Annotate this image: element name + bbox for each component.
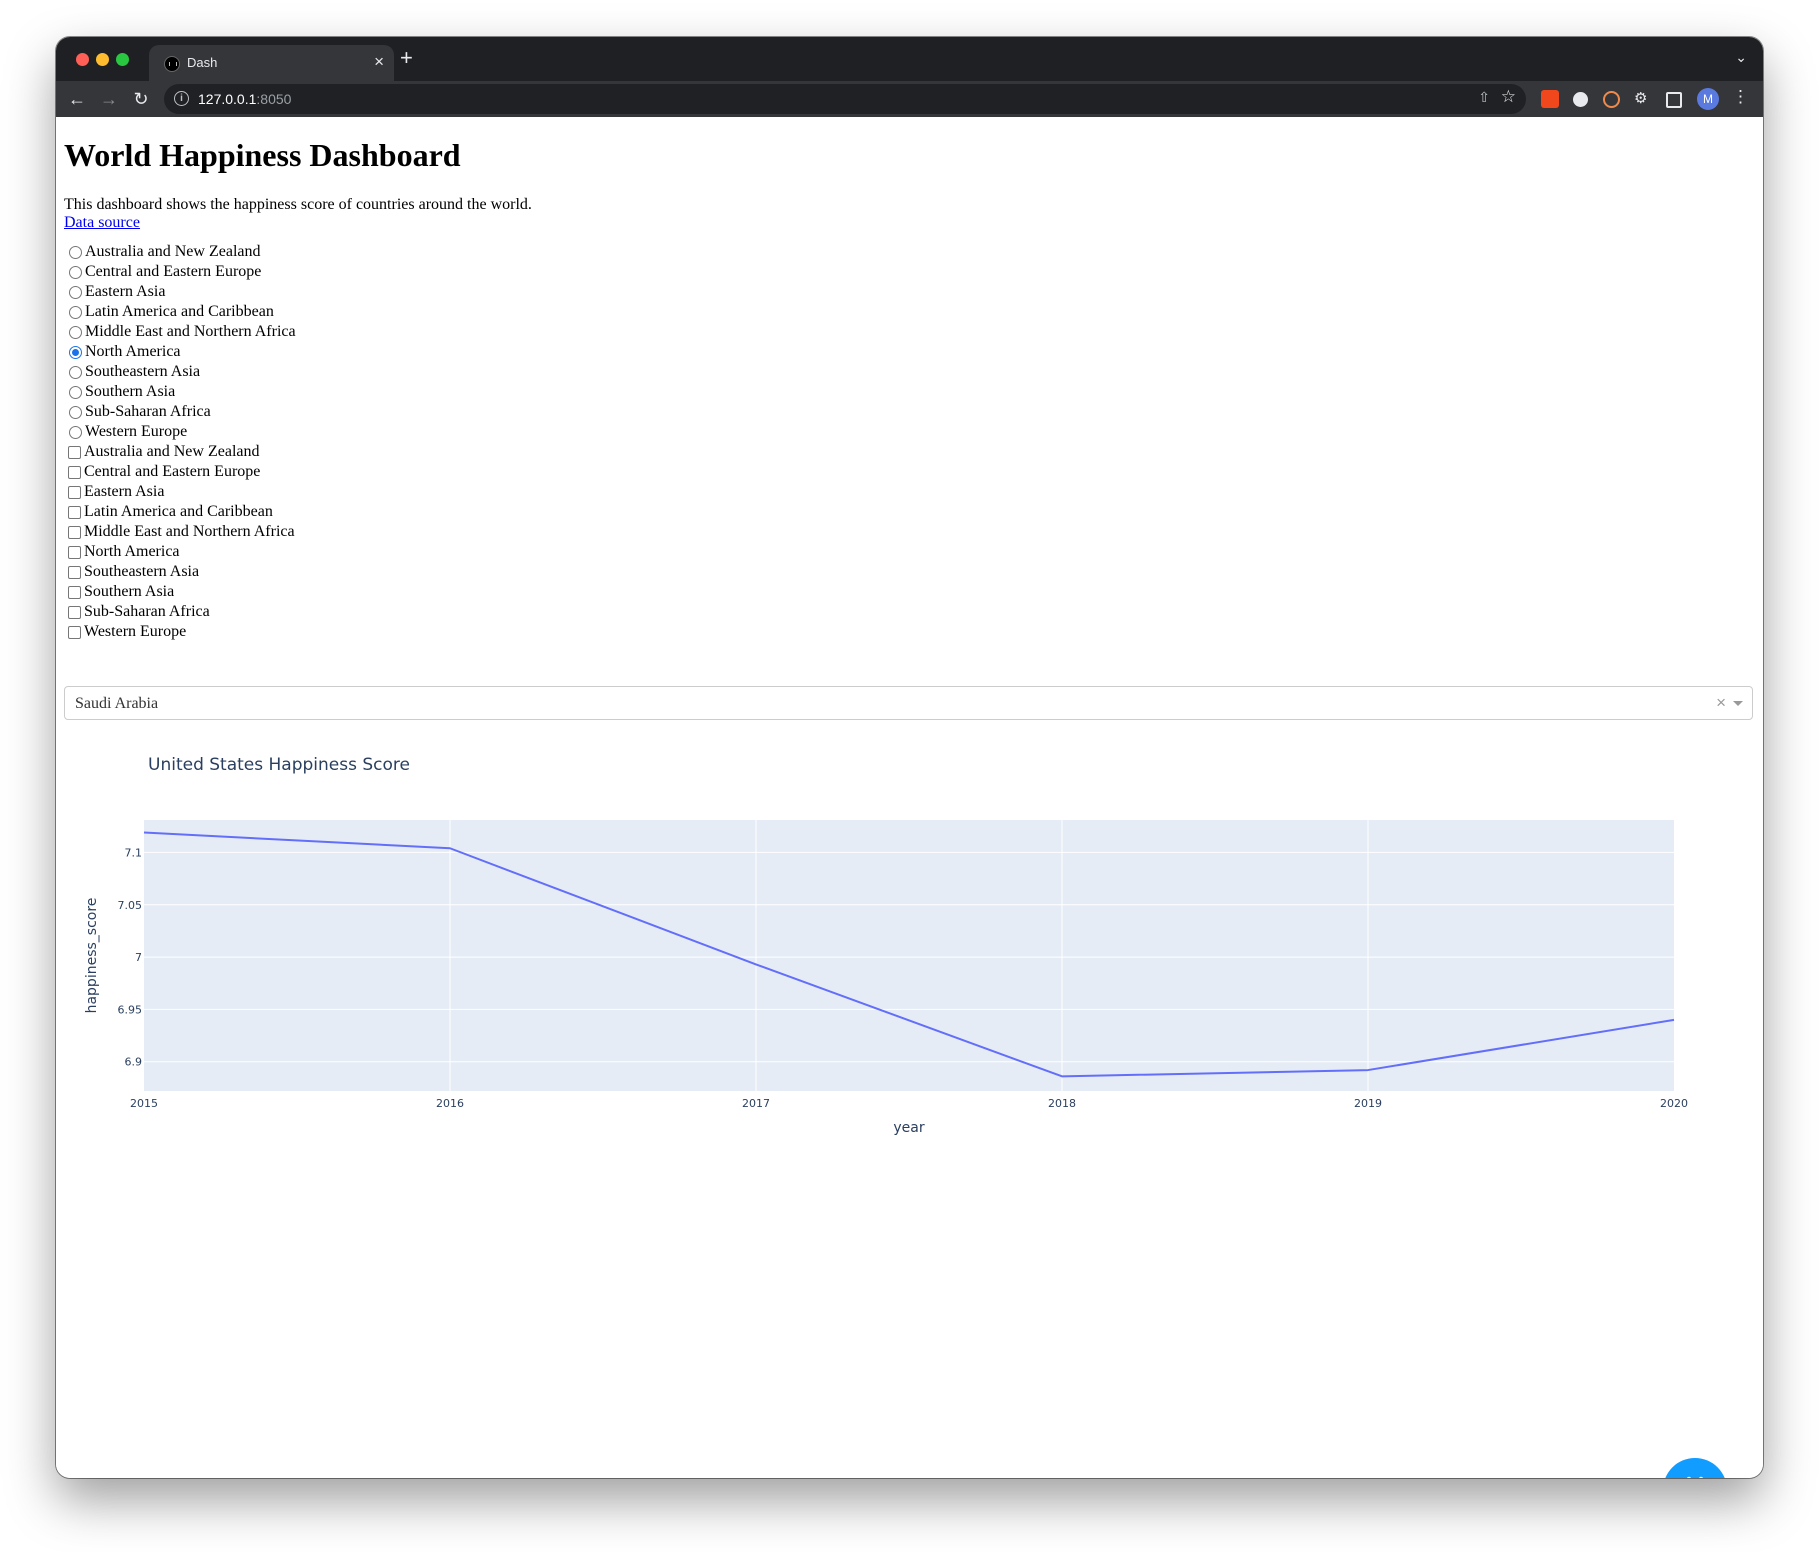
forward-arrow-icon[interactable]: → [96,86,122,112]
tab-close-button[interactable]: × [374,52,384,72]
browser-tab[interactable]: Dash × [149,45,394,81]
address-bar[interactable]: i 127.0.0.1:8050 ⇧ ☆ [164,84,1526,114]
extension-percent-icon[interactable] [1541,90,1559,108]
extensions-puzzle-icon[interactable]: ⚙ [1634,89,1647,107]
happiness-line-chart: 2015 2016 2017 2018 2019 2020 6.9 6.95 7 7.05 7.1 U… [84,755,1688,1136]
browser-window: Dash × + ⌄ ← → ↻ i 127.0.0.1:8050 ⇧ ☆ ⚙ … [56,37,1763,1478]
extension-circle-icon[interactable] [1573,92,1588,107]
site-info-icon[interactable]: i [174,91,189,106]
x-tick-label: 2020 [1660,1097,1688,1110]
url-text[interactable]: 127.0.0.1:8050 [198,91,291,107]
bookmark-star-icon[interactable]: ☆ [1501,87,1516,107]
new-tab-button[interactable]: + [400,47,413,69]
browser-toolbar: ← → ↻ i 127.0.0.1:8050 ⇧ ☆ ⚙ M ⋮ [56,81,1763,117]
minimize-window-button[interactable] [96,53,109,66]
y-tick-label: 7 [135,951,142,964]
side-panel-icon[interactable] [1666,92,1682,108]
x-tick-label: 2017 [742,1097,770,1110]
close-window-button[interactable] [76,53,89,66]
back-arrow-icon[interactable]: ← [64,86,90,112]
tab-strip: Dash × + ⌄ [56,37,1763,81]
reload-icon[interactable]: ↻ [128,86,154,112]
code-icon [1686,1476,1704,1478]
y-tick-label: 7.05 [118,899,143,912]
dash-debug-button[interactable] [1663,1458,1727,1478]
x-tick-label: 2016 [436,1097,464,1110]
extension-cookie-icon[interactable] [1603,91,1620,108]
tab-title: Dash [187,55,218,70]
maximize-window-button[interactable] [116,53,129,66]
chart-title: United States Happiness Score [148,755,410,775]
y-tick-label: 6.95 [118,1003,143,1016]
y-tick-label: 6.9 [125,1056,143,1069]
dash-favicon-icon [164,56,180,72]
plot-area [144,820,1674,1091]
x-tick-label: 2019 [1354,1097,1382,1110]
profile-avatar[interactable]: M [1697,88,1719,110]
share-icon[interactable]: ⇧ [1478,89,1490,106]
x-tick-label: 2018 [1048,1097,1076,1110]
browser-menu-icon[interactable]: ⋮ [1732,87,1749,107]
tab-search-chevron-icon[interactable]: ⌄ [1735,49,1747,66]
y-axis-label: happiness_score [84,898,100,1014]
x-axis-label: year [893,1120,924,1136]
x-tick-label: 2015 [130,1097,158,1110]
y-tick-label: 7.1 [125,846,143,859]
page-content: World Happiness Dashboard This dashboard… [56,117,1763,1478]
